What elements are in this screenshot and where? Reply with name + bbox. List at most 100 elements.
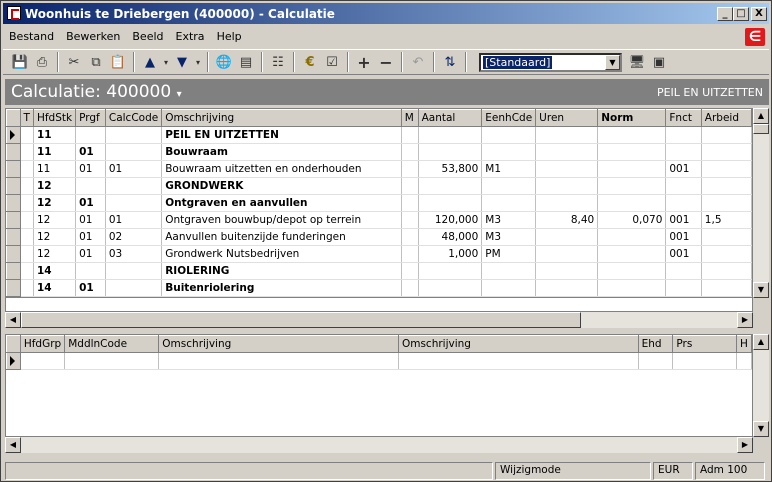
table-cell[interactable]: PM xyxy=(481,245,537,263)
paste-icon[interactable]: 📋 xyxy=(107,52,129,72)
table-cell[interactable]: M3 xyxy=(481,228,537,246)
table-cell[interactable] xyxy=(535,143,599,161)
table-cell[interactable]: 12 xyxy=(33,211,77,229)
row-selector[interactable] xyxy=(6,279,21,297)
table-cell[interactable]: PEIL EN UITZETTEN xyxy=(161,126,402,144)
table-cell[interactable] xyxy=(701,262,752,280)
table-cell[interactable] xyxy=(401,211,419,229)
table-cell[interactable]: 001 xyxy=(665,160,702,178)
page-title[interactable]: Calculatie: 400000 ▾ xyxy=(11,82,182,102)
table-cell[interactable]: 01 xyxy=(75,143,106,161)
table-cell[interactable]: 8,40 xyxy=(535,211,599,229)
table-cell[interactable]: 14 xyxy=(33,262,77,280)
table-cell[interactable]: GRONDWERK xyxy=(161,177,402,195)
table-cell[interactable]: 11 xyxy=(33,160,77,178)
table-cell[interactable] xyxy=(597,160,667,178)
table-cell[interactable]: 12 xyxy=(33,228,77,246)
table-cell[interactable] xyxy=(535,228,599,246)
col-header[interactable]: Omschrijving xyxy=(397,335,639,353)
table-cell[interactable] xyxy=(535,245,599,263)
table-row[interactable]: 12 01 Ontgraven en aanvullen xyxy=(6,194,752,212)
table-cell[interactable] xyxy=(64,352,160,370)
table-cell[interactable] xyxy=(20,279,34,297)
table-cell[interactable] xyxy=(535,279,599,297)
table-cell[interactable] xyxy=(401,262,419,280)
table-cell[interactable]: Bouwraam uitzetten en onderhouden xyxy=(161,160,402,178)
table-cell[interactable] xyxy=(418,126,483,144)
table-row[interactable]: 12 GRONDWERK xyxy=(6,177,752,195)
style-select[interactable]: [Standaard] ▼ xyxy=(479,52,622,72)
table-cell[interactable] xyxy=(481,262,537,280)
col-header[interactable]: T xyxy=(19,109,34,127)
print-icon[interactable]: ⎙ xyxy=(31,52,53,72)
table-cell[interactable]: 53,800 xyxy=(418,160,483,178)
scroll-thumb[interactable] xyxy=(21,312,581,328)
table-cell[interactable] xyxy=(401,143,419,161)
table-cell[interactable]: 01 xyxy=(75,245,106,263)
scroll-left-icon[interactable]: ◀ xyxy=(5,437,21,453)
save-icon[interactable]: 💾 xyxy=(9,52,31,72)
table-cell[interactable] xyxy=(105,262,163,280)
table-cell[interactable] xyxy=(105,194,163,212)
table-cell[interactable]: 03 xyxy=(105,245,163,263)
table-cell[interactable] xyxy=(701,160,752,178)
table-cell[interactable] xyxy=(401,160,419,178)
table-cell[interactable]: Ontgraven en aanvullen xyxy=(161,194,402,212)
table-cell[interactable] xyxy=(535,177,599,195)
close-button[interactable]: X xyxy=(751,7,767,21)
globe-icon[interactable]: 🌐 xyxy=(213,52,235,72)
properties-icon[interactable]: ☷ xyxy=(267,52,289,72)
table-cell[interactable] xyxy=(701,143,752,161)
table-cell[interactable]: 12 xyxy=(33,245,77,263)
col-header[interactable]: Arbeid xyxy=(700,109,752,127)
table-cell[interactable]: 01 xyxy=(75,279,106,297)
window-layout-icon[interactable]: ▣ xyxy=(648,52,670,72)
table-cell[interactable] xyxy=(736,352,752,370)
col-header[interactable]: Norm xyxy=(597,109,667,127)
table-cell[interactable]: 14 xyxy=(33,279,77,297)
table-cell[interactable] xyxy=(701,177,752,195)
table-cell[interactable] xyxy=(535,126,599,144)
col-header[interactable]: Aantal xyxy=(417,109,483,127)
table-cell[interactable]: Ontgraven bouwbup/depot op terrein xyxy=(161,211,402,229)
menu-extra[interactable]: Extra xyxy=(170,30,211,43)
col-header[interactable]: Ehd xyxy=(637,335,674,353)
table-cell[interactable] xyxy=(418,194,483,212)
col-header[interactable]: Omschrijving xyxy=(158,335,399,353)
table-cell[interactable] xyxy=(481,194,537,212)
scroll-down-icon[interactable]: ▼ xyxy=(753,282,769,298)
table-cell[interactable] xyxy=(418,143,483,161)
col-header[interactable]: HfdStk xyxy=(32,109,77,127)
table-cell[interactable]: Grondwerk Nutsbedrijven xyxy=(161,245,402,263)
table-row[interactable]: 14 RIOLERING xyxy=(6,262,752,280)
table-cell[interactable]: M1 xyxy=(481,160,537,178)
maximize-button[interactable]: □ xyxy=(733,7,749,21)
table-cell[interactable] xyxy=(75,177,106,195)
table-row[interactable]: 12 01 03 Grondwerk Nutsbedrijven 1,000 PM 001 xyxy=(6,245,752,263)
row-selector[interactable] xyxy=(6,262,21,280)
table-row[interactable] xyxy=(6,352,752,370)
col-header[interactable]: EenhCde xyxy=(481,109,537,127)
table-cell[interactable] xyxy=(597,279,667,297)
table-cell[interactable] xyxy=(597,245,667,263)
table-cell[interactable] xyxy=(701,194,752,212)
detail-vertical-scrollbar[interactable]: ▲ ▼ xyxy=(753,334,769,437)
scroll-up-icon[interactable]: ▲ xyxy=(753,334,769,350)
table-cell[interactable] xyxy=(597,228,667,246)
table-cell[interactable] xyxy=(20,352,66,370)
table-cell[interactable] xyxy=(597,194,667,212)
table-cell[interactable] xyxy=(638,352,674,370)
arrow-down-icon[interactable]: ▼ xyxy=(171,52,193,72)
table-cell[interactable] xyxy=(701,126,752,144)
table-cell[interactable]: 120,000 xyxy=(418,211,483,229)
table-cell[interactable]: 12 xyxy=(33,177,77,195)
table-cell[interactable]: 001 xyxy=(665,211,702,229)
table-cell[interactable] xyxy=(401,279,419,297)
table-cell[interactable] xyxy=(481,143,537,161)
add-icon[interactable]: + xyxy=(353,52,375,72)
euro-icon[interactable]: € xyxy=(299,52,321,72)
table-cell[interactable] xyxy=(418,177,483,195)
table-cell[interactable] xyxy=(105,177,163,195)
table-row[interactable]: 12 01 01 Ontgraven bouwbup/depot op terrein… xyxy=(6,211,752,229)
table-cell[interactable] xyxy=(401,177,419,195)
